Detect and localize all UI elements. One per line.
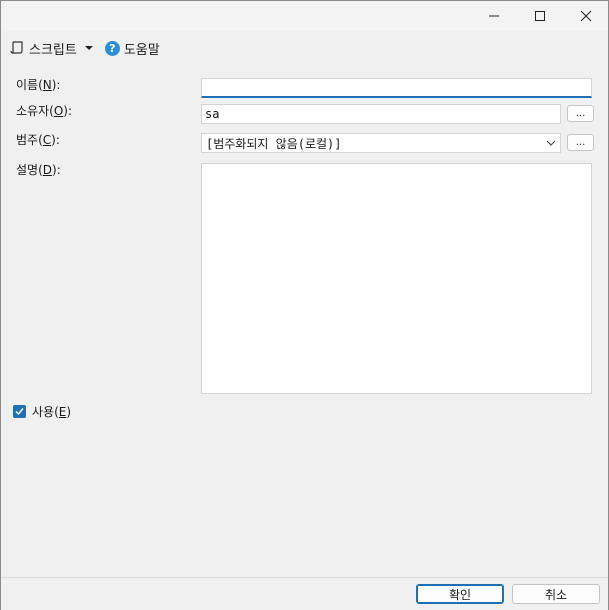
title-bar xyxy=(1,1,608,31)
enabled-checkbox-row[interactable]: 사용(E) xyxy=(13,403,71,420)
script-menu-button[interactable]: 스크립트 xyxy=(7,37,95,59)
help-button[interactable]: ? 도움말 xyxy=(95,37,162,59)
toolbar: 스크립트 ? 도움말 xyxy=(7,37,162,59)
script-icon xyxy=(10,41,23,54)
ok-button[interactable]: 확인 xyxy=(416,584,504,604)
description-textarea[interactable] xyxy=(201,163,592,394)
owner-browse-button[interactable]: ... xyxy=(567,105,594,122)
owner-label: 소유자(O): xyxy=(16,104,72,118)
name-label: 이름(N): xyxy=(16,78,61,92)
name-field[interactable] xyxy=(201,78,592,98)
help-label: 도움말 xyxy=(123,42,160,58)
category-value: [범주화되지 않음(로컬)] xyxy=(206,136,342,151)
cancel-button[interactable]: 취소 xyxy=(512,584,600,604)
enabled-checkbox[interactable] xyxy=(13,405,26,418)
category-select[interactable]: [범주화되지 않음(로컬)] xyxy=(201,133,561,153)
chevron-down-icon xyxy=(546,140,556,146)
checkmark-icon xyxy=(15,408,24,416)
script-label: 스크립트 xyxy=(29,42,77,58)
category-label: 범주(C): xyxy=(16,133,60,147)
minimize-icon[interactable] xyxy=(471,1,517,31)
maximize-icon[interactable] xyxy=(517,1,563,31)
owner-field[interactable]: sa xyxy=(201,104,561,124)
job-properties-dialog: 스크립트 ? 도움말 이름(N): 소유자(O): sa ... 범주(C): … xyxy=(0,0,609,610)
category-browse-button[interactable]: ... xyxy=(567,134,594,151)
help-icon: ? xyxy=(104,40,120,56)
description-label: 설명(D): xyxy=(16,163,61,177)
chevron-down-icon[interactable] xyxy=(84,44,93,52)
close-icon[interactable] xyxy=(563,1,609,31)
enabled-label: 사용(E) xyxy=(32,405,72,419)
